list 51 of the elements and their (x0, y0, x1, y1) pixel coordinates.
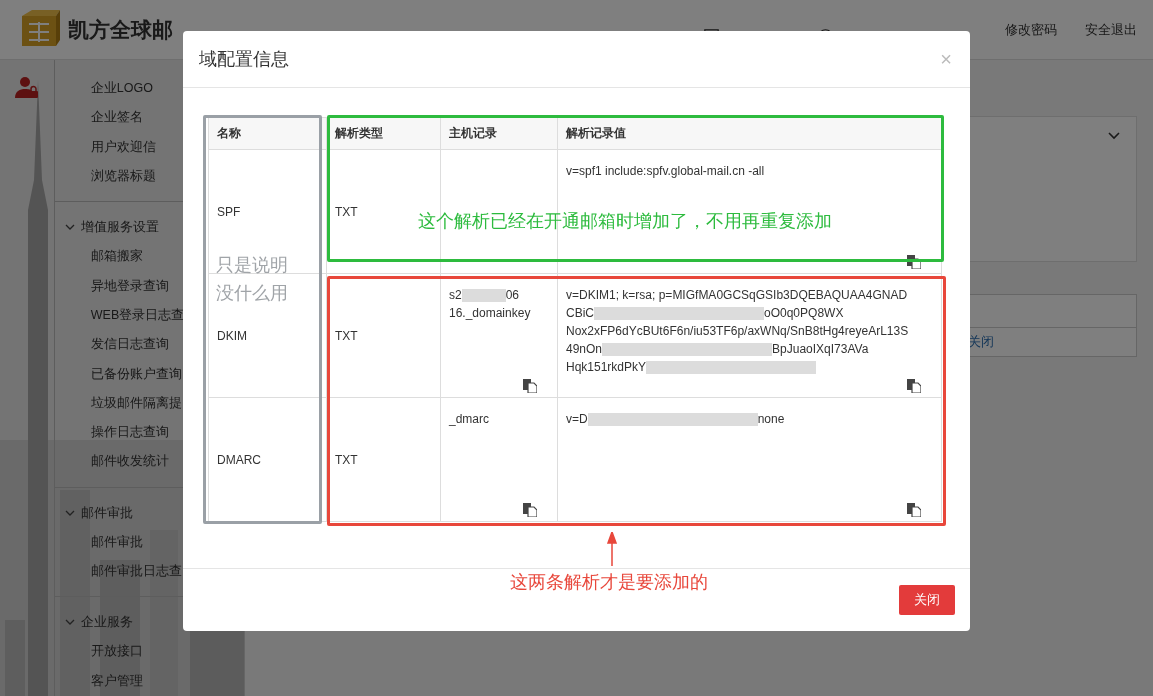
menu-item[interactable]: 发信日志查询 (90, 336, 169, 354)
chevron-icon[interactable] (1108, 129, 1120, 141)
table-cell: SPF (217, 204, 241, 219)
table-cell: DMARC (217, 452, 261, 467)
table-cell-text: s2 06 16._domainkey (449, 287, 531, 322)
copy-icon[interactable] (907, 503, 921, 517)
menu-item[interactable]: 异地登录查询 (90, 277, 169, 295)
table-cell-text: v=spf1 include:spfv.global-mail.cn -all (566, 163, 765, 180)
menu-item[interactable]: 开放接口 (90, 643, 143, 661)
user-lock-icon[interactable] (14, 76, 39, 100)
brand-name: 凯方全球邮 (68, 16, 173, 43)
table-cell-text: v=DKIM1; k=rsa; p=MIGfMA0GCSqGSIb3DQEBAQUAA4GNAD CBiC oO0q0PQ8WX Nox2xFP6dYcBUt6F6n/iu53TF6p/axWNq/SnB8tHg4reyeArL13S 49nOn BpJuaoIXqI73AVa Hqk151rkdPkY (566, 287, 909, 376)
menu-item[interactable]: 企业签名 (90, 109, 143, 127)
annotation-text: 只是说明没什么用 (216, 254, 289, 305)
menu-item[interactable]: WEB登录日志查 (90, 306, 185, 324)
copy-icon[interactable] (523, 503, 537, 517)
menu-item[interactable]: 邮件审批日志查 (90, 563, 182, 580)
menu-item[interactable]: 浏览器标题 (90, 168, 156, 186)
menu-item[interactable]: 客户管理 (90, 672, 143, 690)
copy-icon[interactable] (523, 379, 537, 393)
menu-item[interactable]: 用户欢迎信 (90, 138, 156, 156)
table-cell: TXT (335, 328, 358, 343)
table-cell-text: v=D none (566, 411, 785, 428)
close-button[interactable]: 关闭 (899, 585, 955, 615)
menu-item[interactable]: 邮件收发统计 (90, 453, 169, 471)
table-cell-text: _dmarc (449, 411, 489, 428)
menu-group-title: 企业服务 (80, 613, 133, 632)
menu-item[interactable]: 邮箱搬家 (90, 248, 143, 266)
header-link[interactable]: 安全退出 (1085, 20, 1137, 39)
close-button[interactable]: × (938, 49, 954, 69)
menu-item[interactable]: 企业LOGO (90, 80, 153, 98)
menu-group-title: 增值服务设置 (80, 218, 159, 237)
table-cell: TXT (335, 452, 358, 467)
menu-item[interactable]: 已备份账户查询 (90, 365, 182, 383)
column-header: 名称 (217, 125, 241, 142)
copy-icon[interactable] (907, 255, 921, 269)
dialog-title: 域配置信息 (199, 48, 289, 71)
table-cell: TXT (335, 204, 358, 219)
header-link[interactable]: 修改密码 (1005, 20, 1057, 39)
menu-item[interactable]: 邮件审批 (90, 533, 143, 551)
copy-icon[interactable] (907, 379, 921, 393)
annotation-text: 这个解析已经在开通邮箱时增加了，不用再重复添加 (418, 210, 832, 233)
column-header: 主机记录 (449, 125, 497, 142)
menu-group-title: 邮件审批 (80, 503, 133, 522)
annotation-text: 这两条解析才是要添加的 (510, 571, 708, 594)
arrow-icon (607, 532, 617, 566)
menu-item[interactable]: 操作日志查询 (90, 424, 169, 442)
menu-item[interactable]: 垃圾邮件隔离提 (90, 394, 182, 412)
column-header: 解析类型 (335, 125, 383, 142)
table-cell: DKIM (217, 328, 247, 343)
column-header: 解析记录值 (566, 125, 626, 142)
